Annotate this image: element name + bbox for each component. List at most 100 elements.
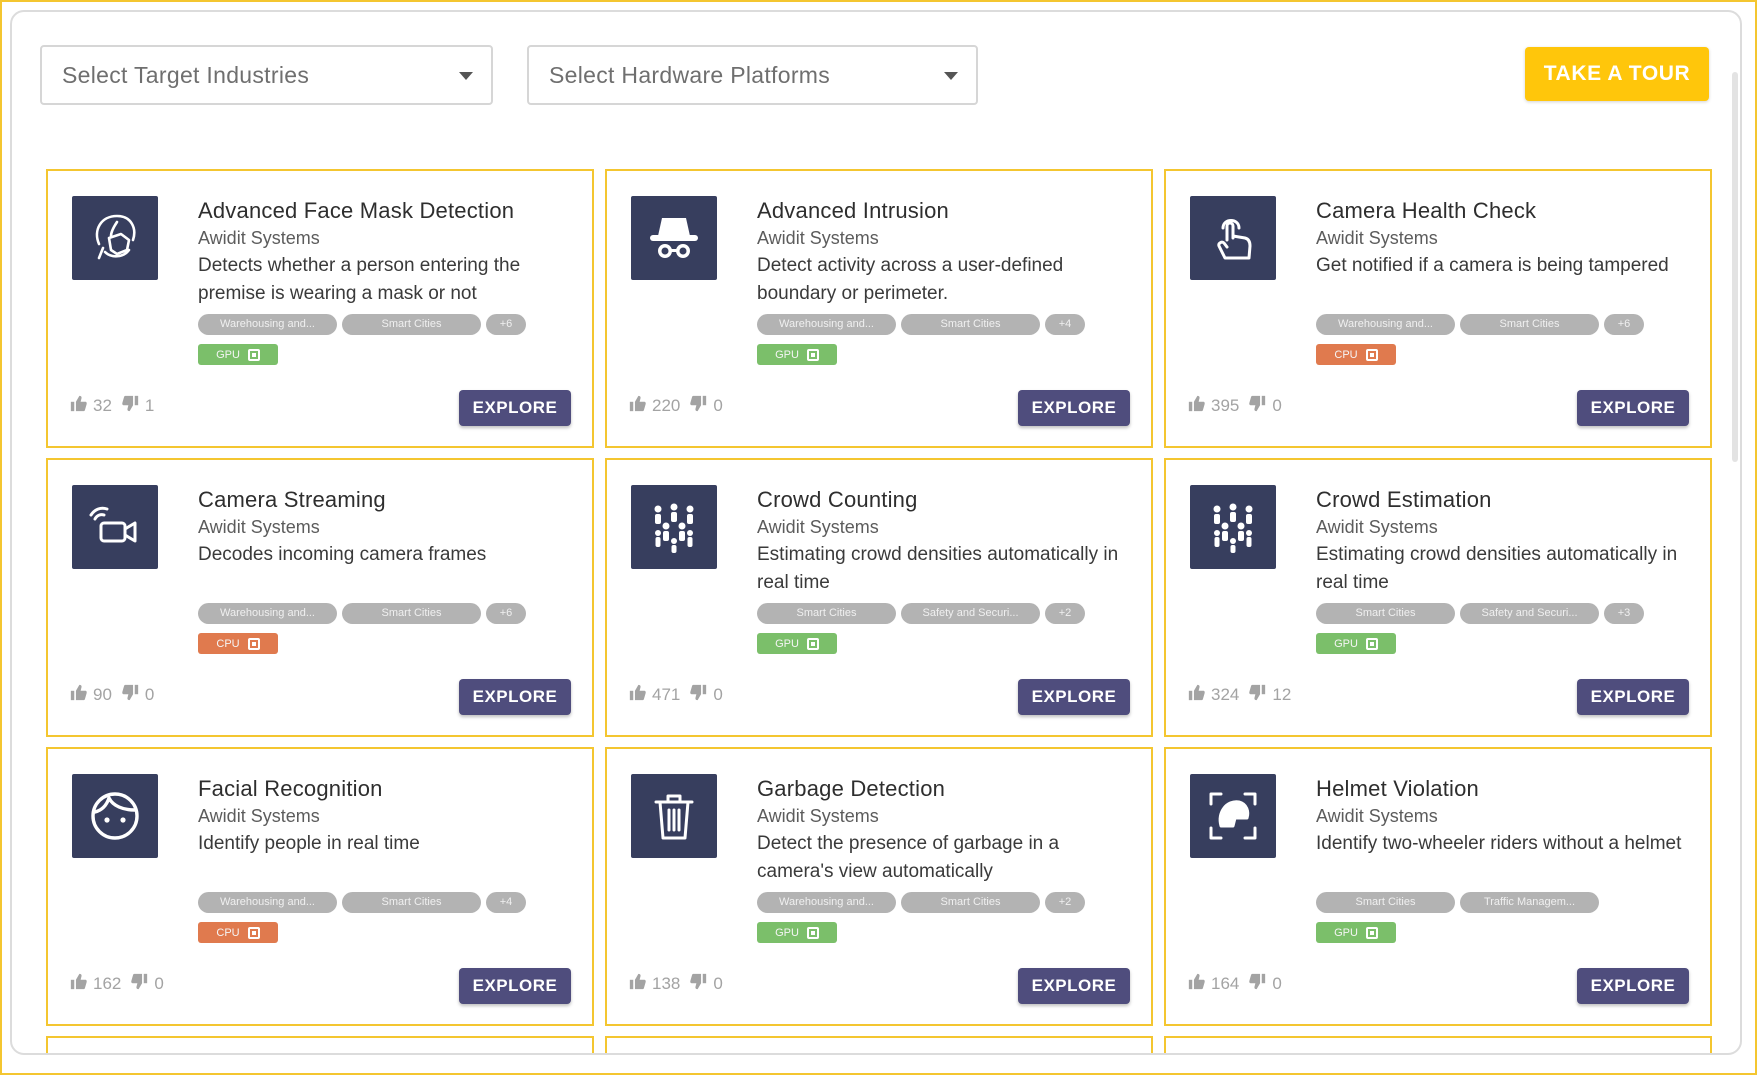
explore-button[interactable]: EXPLORE bbox=[459, 968, 571, 1004]
like-count: 90 bbox=[93, 685, 112, 704]
thumbs-down-icon[interactable] bbox=[1249, 395, 1266, 417]
filter-toolbar: Select Target Industries Select Hardware… bbox=[12, 12, 1740, 132]
card-title[interactable]: Facial Recognition bbox=[198, 775, 573, 803]
card-description: Estimating crowd densities automatically… bbox=[757, 544, 1119, 593]
app-card[interactable]: Camera Health Check Awidit Systems Get n… bbox=[1164, 169, 1712, 448]
explore-button[interactable]: EXPLORE bbox=[1018, 679, 1130, 715]
card-description: Detect activity across a user-defined bo… bbox=[757, 255, 1064, 304]
card-info: Facial Recognition Awidit Systems Identi… bbox=[198, 775, 573, 858]
industry-tag: Smart Cities bbox=[901, 314, 1040, 335]
industry-tag: Traffic Managem... bbox=[1460, 892, 1599, 913]
vote-counts: 138 0 bbox=[629, 973, 723, 995]
industry-tags: Warehousing and... Smart Cities +4 bbox=[198, 892, 526, 914]
face-icon bbox=[72, 774, 158, 858]
chip-icon bbox=[247, 348, 260, 361]
hardware-label: CPU bbox=[216, 637, 240, 650]
vote-counts: 220 0 bbox=[629, 395, 723, 417]
card-title[interactable]: Camera Health Check bbox=[1316, 197, 1691, 225]
explore-button[interactable]: EXPLORE bbox=[1577, 968, 1689, 1004]
card-info: Garbage Detection Awidit Systems Detect … bbox=[757, 775, 1132, 886]
card-title[interactable]: Helmet Violation bbox=[1316, 775, 1691, 803]
app-card[interactable]: Helmet Violation Awidit Systems Identify… bbox=[1164, 747, 1712, 1026]
card-info: Advanced Intrusion Awidit Systems Detect… bbox=[757, 197, 1132, 308]
thumbs-up-icon[interactable] bbox=[629, 973, 646, 995]
card-title[interactable]: Crowd Estimation bbox=[1316, 486, 1691, 514]
app-card[interactable]: Facial Recognition Awidit Systems Identi… bbox=[46, 747, 594, 1026]
like-count: 162 bbox=[93, 974, 122, 993]
chip-icon bbox=[1365, 348, 1378, 361]
industry-tags: Warehousing and... Smart Cities +2 bbox=[757, 892, 1085, 914]
card-info: Crowd Estimation Awidit Systems Estimati… bbox=[1316, 486, 1691, 597]
chip-icon bbox=[806, 348, 819, 361]
thumbs-down-icon[interactable] bbox=[690, 395, 707, 417]
card-vendor: Awidit Systems bbox=[1316, 228, 1438, 248]
hardware-badge: CPU bbox=[198, 633, 278, 654]
card-title[interactable]: Camera Streaming bbox=[198, 486, 573, 514]
app-card[interactable] bbox=[46, 1036, 594, 1053]
thumbs-down-icon[interactable] bbox=[690, 684, 707, 706]
card-title[interactable]: Crowd Counting bbox=[757, 486, 1132, 514]
explore-button[interactable]: EXPLORE bbox=[1577, 679, 1689, 715]
card-description: Identify two-wheeler riders without a he… bbox=[1316, 833, 1682, 854]
thumbs-down-icon[interactable] bbox=[690, 973, 707, 995]
thumbs-down-icon[interactable] bbox=[131, 973, 148, 995]
thumbs-up-icon[interactable] bbox=[1188, 684, 1205, 706]
industry-tag: Warehousing and... bbox=[1316, 314, 1455, 335]
thumbs-down-icon[interactable] bbox=[122, 684, 139, 706]
thumbs-up-icon[interactable] bbox=[70, 684, 87, 706]
card-info: Advanced Face Mask Detection Awidit Syst… bbox=[198, 197, 573, 308]
explore-button[interactable]: EXPLORE bbox=[1577, 390, 1689, 426]
like-count: 32 bbox=[93, 396, 112, 415]
app-card[interactable] bbox=[605, 1036, 1153, 1053]
app-card[interactable]: Camera Streaming Awidit Systems Decodes … bbox=[46, 458, 594, 737]
app-card[interactable] bbox=[1164, 1036, 1712, 1053]
scrollbar[interactable] bbox=[1732, 72, 1738, 462]
chip-icon bbox=[1365, 637, 1378, 650]
like-count: 471 bbox=[652, 685, 681, 704]
thumbs-up-icon[interactable] bbox=[70, 395, 87, 417]
app-card[interactable]: Advanced Face Mask Detection Awidit Syst… bbox=[46, 169, 594, 448]
card-title[interactable]: Advanced Intrusion bbox=[757, 197, 1132, 225]
card-vendor: Awidit Systems bbox=[198, 228, 320, 248]
explore-button[interactable]: EXPLORE bbox=[459, 390, 571, 426]
like-count: 164 bbox=[1211, 974, 1240, 993]
thumbs-up-icon[interactable] bbox=[1188, 973, 1205, 995]
target-industries-select[interactable]: Select Target Industries bbox=[40, 45, 493, 105]
hardware-badge: CPU bbox=[1316, 344, 1396, 365]
thumbs-down-icon[interactable] bbox=[122, 395, 139, 417]
app-card[interactable]: Advanced Intrusion Awidit Systems Detect… bbox=[605, 169, 1153, 448]
thumbs-down-icon[interactable] bbox=[1249, 973, 1266, 995]
card-title[interactable]: Advanced Face Mask Detection bbox=[198, 197, 573, 225]
industry-tag: Warehousing and... bbox=[198, 892, 337, 913]
card-description: Get notified if a camera is being tamper… bbox=[1316, 255, 1669, 276]
thumbs-up-icon[interactable] bbox=[629, 684, 646, 706]
dislike-count: 0 bbox=[713, 974, 723, 993]
explore-button[interactable]: EXPLORE bbox=[1018, 390, 1130, 426]
thumbs-down-icon[interactable] bbox=[1249, 684, 1266, 706]
app-card[interactable]: Crowd Estimation Awidit Systems Estimati… bbox=[1164, 458, 1712, 737]
card-title[interactable]: Garbage Detection bbox=[757, 775, 1132, 803]
hardware-label: CPU bbox=[216, 926, 240, 939]
dislike-count: 0 bbox=[713, 396, 723, 415]
hardware-platforms-select[interactable]: Select Hardware Platforms bbox=[527, 45, 978, 105]
card-info: Helmet Violation Awidit Systems Identify… bbox=[1316, 775, 1691, 858]
thumbs-up-icon[interactable] bbox=[70, 973, 87, 995]
app-frame: Select Target Industries Select Hardware… bbox=[0, 0, 1757, 1075]
vote-counts: 395 0 bbox=[1188, 395, 1282, 417]
vote-counts: 32 1 bbox=[70, 395, 154, 417]
app-card[interactable]: Garbage Detection Awidit Systems Detect … bbox=[605, 747, 1153, 1026]
thumbs-up-icon[interactable] bbox=[629, 395, 646, 417]
hardware-label: GPU bbox=[775, 637, 799, 650]
like-count: 138 bbox=[652, 974, 681, 993]
take-a-tour-button[interactable]: TAKE A TOUR bbox=[1525, 47, 1709, 101]
thumbs-up-icon[interactable] bbox=[1188, 395, 1205, 417]
dislike-count: 0 bbox=[144, 685, 155, 704]
explore-button[interactable]: EXPLORE bbox=[1018, 968, 1130, 1004]
industry-tags: Smart Cities Safety and Securi... +3 bbox=[1316, 603, 1644, 625]
industry-tags: Warehousing and... Smart Cities +6 bbox=[1316, 314, 1644, 336]
explore-button[interactable]: EXPLORE bbox=[459, 679, 571, 715]
hardware-platforms-placeholder: Select Hardware Platforms bbox=[549, 61, 831, 88]
app-card[interactable]: Crowd Counting Awidit Systems Estimating… bbox=[605, 458, 1153, 737]
dislike-count: 1 bbox=[144, 396, 155, 415]
industry-tags: Smart Cities Traffic Managem... bbox=[1316, 892, 1599, 914]
